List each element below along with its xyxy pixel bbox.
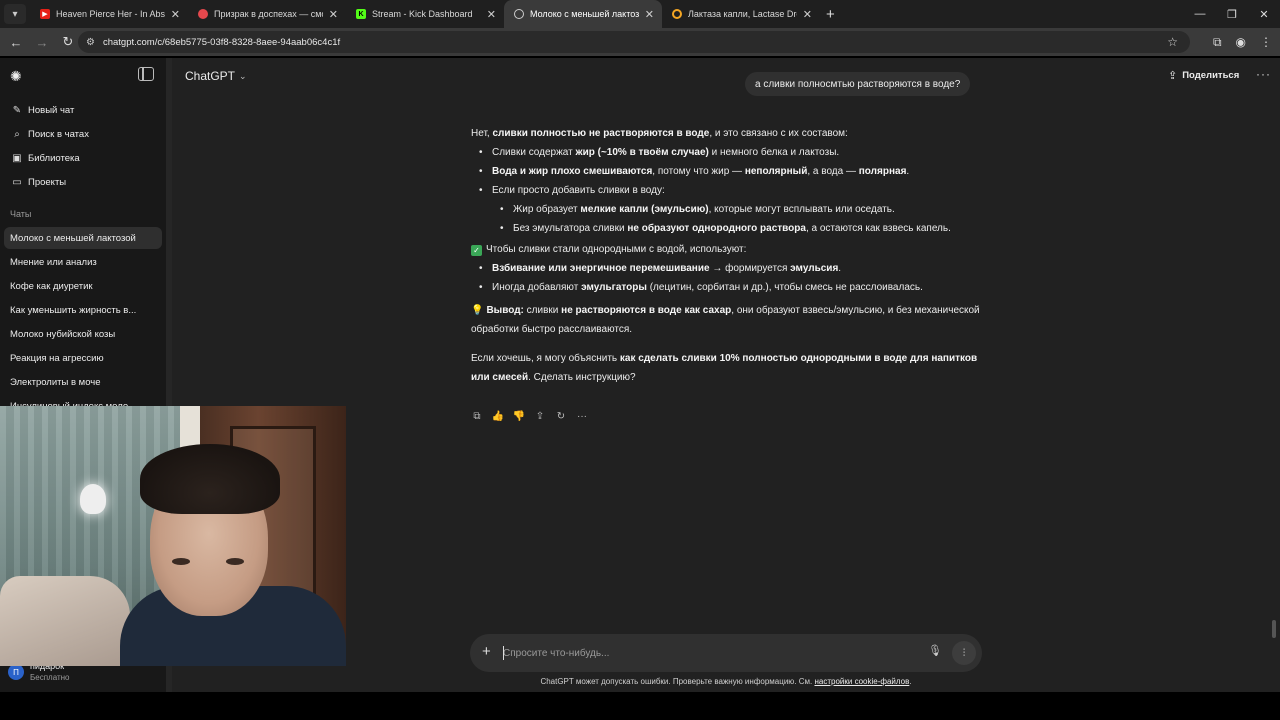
lightbulb-icon: 💡 [471, 305, 484, 316]
chat-item-active[interactable]: Молоко с меньшей лактозой [4, 227, 162, 249]
answer-offer: Если хочешь, я могу объяснить как сделат… [471, 353, 978, 383]
folder-icon: ▭ [12, 176, 22, 188]
share-icon: ⇪ [1168, 70, 1178, 82]
extensions-icon[interactable]: ⧉ [1213, 35, 1222, 50]
close-tab-icon[interactable]: ✕ [803, 8, 812, 21]
webcam-overlay [0, 406, 346, 666]
list-item: Сливки содержат жир (~10% в твоём случае… [471, 143, 981, 162]
chat-item[interactable]: Кофе как диуретик [4, 275, 162, 297]
sidebar-item-new-chat[interactable]: ✎ Новый чат [4, 99, 162, 121]
cookie-settings-link[interactable]: настройки cookie-файлов [814, 677, 909, 686]
disclaimer: ChatGPT может допускать ошибки. Проверьт… [540, 677, 912, 686]
browser-toolbar: ← → ↻ ⚙ chatgpt.com/c/68eb5775-03f8-8328… [0, 28, 1280, 56]
close-tab-icon[interactable]: ✕ [487, 8, 496, 21]
list-item: Взбивание или энергичное перемешивание →… [471, 259, 981, 278]
message-actions: ⧉ 👍 👎 ⇪ ↻ ··· [471, 409, 588, 423]
toolbar-right: ⧉ ◉ ⋮ [1213, 28, 1272, 56]
kick-icon: K [356, 9, 366, 19]
close-window-icon[interactable]: ✕ [1248, 0, 1280, 28]
sidebar-item-library[interactable]: ▣ Библиотека [4, 147, 162, 169]
reload-icon[interactable]: ↻ [56, 30, 80, 54]
chat-item[interactable]: Мнение или анализ [4, 251, 162, 273]
openai-logo-icon[interactable]: ✺ [10, 68, 26, 84]
forward-icon[interactable]: → [30, 30, 54, 54]
thumbs-down-icon[interactable]: 👎 [513, 409, 525, 423]
answer-intro: Нет, сливки полностью не растворяются в … [471, 128, 848, 139]
list-item: Вода и жир плохо смешиваются, потому что… [471, 162, 981, 181]
webcam-pillow [0, 576, 130, 666]
browser-tab[interactable]: ▶ Heaven Pierce Her - In Absentia ✕ [30, 0, 188, 28]
library-icon: ▣ [12, 152, 22, 164]
bookmark-star-icon[interactable]: ☆ [1167, 35, 1178, 49]
new-tab-icon[interactable]: + [826, 6, 835, 23]
minimize-icon[interactable]: — [1184, 0, 1216, 28]
browser-tab-active[interactable]: Молоко с меньшей лактозой ✕ [504, 0, 662, 28]
address-bar[interactable]: ⚙ chatgpt.com/c/68eb5775-03f8-8328-8aee-… [78, 31, 1190, 53]
text-caret [503, 646, 504, 660]
site-settings-icon[interactable]: ⚙ [86, 37, 95, 48]
webcam-eye [172, 558, 190, 565]
back-icon[interactable]: ← [4, 30, 28, 54]
sidebar-item-projects[interactable]: ▭ Проекты [4, 171, 162, 193]
chat-item[interactable]: Электролиты в моче [4, 371, 162, 393]
answer-check-line: ✓ Чтобы сливки стали однородными с водой,… [471, 240, 981, 259]
composer: + 🎙 ⫶ [470, 634, 982, 672]
close-tab-icon[interactable]: ✕ [645, 8, 654, 21]
webcam-eye [226, 558, 244, 565]
chevron-down-icon: ⌄ [239, 70, 247, 81]
prompt-input[interactable] [503, 643, 903, 663]
chat-item[interactable]: Реакция на агрессию [4, 347, 162, 369]
model-selector[interactable]: ChatGPT ⌄ [185, 69, 247, 83]
profile-icon[interactable]: ◉ [1236, 35, 1246, 49]
assistant-message: Нет, сливки полностью не растворяются в … [471, 124, 981, 387]
list-item: Иногда добавляют эмульгаторы (лецитин, с… [471, 278, 981, 297]
maximize-icon[interactable]: ❐ [1216, 0, 1248, 28]
answer-conclusion: 💡 Вывод: сливки не растворяются в воде ка… [471, 305, 980, 335]
check-mark-icon: ✓ [471, 245, 482, 256]
sidebar-toggle-icon[interactable] [138, 67, 154, 81]
browser-menu-icon[interactable]: ⋮ [1260, 35, 1272, 49]
close-tab-icon[interactable]: ✕ [171, 8, 180, 21]
main-scrollbar[interactable] [1272, 620, 1276, 638]
answer-list: Взбивание или энергичное перемешивание →… [471, 259, 981, 297]
tab-search-chevron-icon[interactable]: ▾ [4, 4, 26, 24]
url-text: chatgpt.com/c/68eb5775-03f8-8328-8aee-94… [102, 36, 341, 48]
site-favicon-icon [198, 9, 208, 19]
share-icon[interactable]: ⇪ [534, 409, 546, 423]
chats-section-title: Чаты [10, 209, 32, 219]
user-plan: Бесплатно [30, 673, 70, 682]
attach-plus-icon[interactable]: + [482, 643, 491, 660]
youtube-icon: ▶ [40, 9, 50, 19]
copy-icon[interactable]: ⧉ [471, 409, 483, 423]
thumbs-up-icon[interactable]: 👍 [492, 409, 504, 423]
sidebar-item-search[interactable]: ⌕ Поиск в чатах [4, 123, 162, 145]
search-icon: ⌕ [14, 128, 20, 140]
avatar: П [8, 664, 24, 680]
answer-list: Сливки содержат жир (~10% в твоём случае… [471, 143, 981, 238]
more-icon[interactable]: ··· [576, 409, 588, 423]
regenerate-icon[interactable]: ↻ [555, 409, 567, 423]
browser-tab-strip: ▾ ▶ Heaven Pierce Her - In Absentia ✕ Пр… [0, 0, 1280, 28]
sub-list-item: Жир образует мелкие капли (эмульсию), ко… [471, 200, 981, 219]
chat-item[interactable]: Как уменьшить жирность в... [4, 299, 162, 321]
webcam-lamp [80, 484, 106, 514]
close-tab-icon[interactable]: ✕ [329, 8, 338, 21]
user-message: а сливки полноcмтью растворяются в воде? [745, 72, 971, 96]
browser-tab[interactable]: Призрак в доспехах — смотреть ✕ [188, 0, 346, 28]
edit-icon: ✎ [12, 104, 22, 116]
webcam-person-hair [140, 444, 280, 514]
browser-tab[interactable]: K Stream - Kick Dashboard ✕ [346, 0, 504, 28]
browser-tab[interactable]: Лактаза капли, Lactase Drops, ✕ [662, 0, 820, 28]
chat-item[interactable]: Молоко нубийской козы [4, 323, 162, 345]
sub-list-item: Без эмульгатора сливки не образуют однор… [471, 219, 981, 238]
voice-mode-icon[interactable]: ⫶ [952, 641, 976, 665]
share-button[interactable]: ⇪ Поделиться [1168, 69, 1239, 82]
chatgpt-favicon-icon [514, 9, 524, 19]
more-options-icon[interactable]: ··· [1256, 67, 1271, 81]
list-item: Если просто добавить сливки в воду: [471, 181, 981, 200]
microphone-icon[interactable]: 🎙 [928, 644, 942, 657]
site-favicon-icon [672, 9, 682, 19]
window-controls: — ❐ ✕ [1184, 0, 1280, 28]
